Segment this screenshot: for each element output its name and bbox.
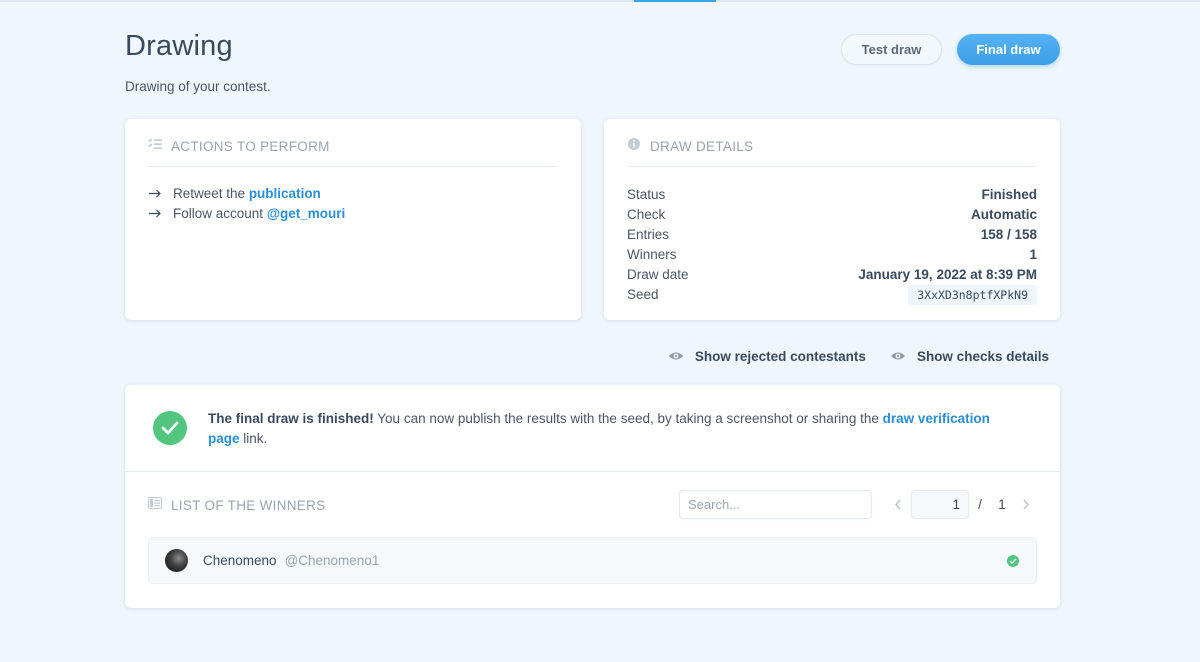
result-card: The final draw is finished! You can now … (125, 385, 1060, 608)
page-number-input[interactable]: 1 (911, 490, 969, 519)
seed-value[interactable]: 3XxXD3n8ptfXPkN9 (908, 285, 1037, 305)
winner-row[interactable]: Chenomeno @Chenomeno1 (148, 537, 1037, 584)
details-card-title: DRAW DETAILS (650, 139, 754, 154)
notice-body: You can now publish the results with the… (373, 411, 883, 426)
action-item-retweet: Retweet the publication (149, 184, 345, 204)
detail-value: 1 (1029, 246, 1037, 262)
detail-row-winners: Winners 1 (627, 244, 1037, 264)
detail-key: Status (627, 186, 666, 202)
actions-list: Retweet the publication Follow account @… (149, 184, 345, 224)
notice-end: link. (239, 431, 268, 446)
detail-row-status: Status Finished (627, 184, 1037, 204)
eye-icon (890, 349, 906, 364)
winner-handle[interactable]: @Chenomeno1 (285, 553, 380, 568)
detail-row-check: Check Automatic (627, 204, 1037, 224)
final-draw-button[interactable]: Final draw (957, 34, 1060, 65)
eye-icon (668, 349, 684, 364)
show-checks-toggle[interactable]: Show checks details (890, 349, 1049, 364)
divider (125, 471, 1060, 472)
page-separator: / (978, 497, 982, 512)
action-item-follow: Follow account @get_mouri (149, 204, 345, 224)
info-icon (627, 137, 641, 156)
page-title: Drawing (125, 30, 233, 62)
winner-name: Chenomeno (203, 553, 277, 568)
arrow-right-icon (149, 184, 165, 204)
detail-value: 158 / 158 (980, 226, 1037, 242)
notice-bold: The final draw is finished! (208, 411, 374, 426)
account-link[interactable]: @get_mouri (267, 206, 345, 221)
page-subtitle: Drawing of your contest. (125, 79, 271, 94)
detail-key: Seed (627, 286, 659, 302)
show-rejected-label: Show rejected contestants (694, 349, 866, 364)
top-border (0, 0, 1200, 2)
pagination: 1 / 1 (885, 490, 1039, 519)
success-check-icon (153, 411, 187, 445)
details-list: Status Finished Check Automatic Entries … (627, 184, 1037, 305)
detail-value: Automatic (970, 206, 1037, 222)
action-text: Follow account (173, 206, 264, 221)
list-icon (148, 496, 162, 514)
winners-title: LIST OF THE WINNERS (171, 497, 326, 513)
chevron-right-icon[interactable] (1013, 497, 1039, 513)
winners-header: LIST OF THE WINNERS (148, 496, 325, 514)
detail-key: Draw date (627, 266, 689, 282)
detail-key: Check (627, 206, 666, 222)
divider (148, 166, 558, 167)
detail-row-draw-date: Draw date January 19, 2022 at 8:39 PM (627, 264, 1037, 284)
divider (627, 166, 1037, 167)
arrow-right-icon (149, 204, 165, 224)
detail-key: Entries (627, 226, 670, 242)
details-card-header: DRAW DETAILS (627, 137, 753, 156)
actions-card-title: ACTIONS TO PERFORM (171, 138, 330, 154)
draw-finished-notice: The final draw is finished! You can now … (153, 409, 1018, 449)
detail-key: Winners (627, 246, 677, 262)
test-draw-button[interactable]: Test draw (841, 34, 942, 65)
view-toggles: Show rejected contestants Show checks de… (668, 349, 1049, 364)
show-rejected-toggle[interactable]: Show rejected contestants (668, 349, 866, 364)
detail-row-seed: Seed 3XxXD3n8ptfXPkN9 (627, 284, 1037, 305)
draw-details-card: DRAW DETAILS Status Finished Check Autom… (604, 119, 1060, 320)
avatar (165, 549, 188, 572)
chevron-left-icon[interactable] (885, 497, 911, 513)
active-tab-indicator (634, 0, 716, 2)
notice-text: The final draw is finished! You can now … (208, 409, 1018, 449)
search-input[interactable] (679, 490, 872, 519)
show-checks-label: Show checks details (916, 349, 1049, 364)
verified-check-icon (1007, 555, 1019, 567)
actions-card: ACTIONS TO PERFORM Retweet the publicati… (125, 119, 581, 320)
checklist-icon (148, 137, 162, 155)
page-total: 1 (998, 497, 1006, 512)
action-text: Retweet the (173, 186, 246, 201)
detail-value: January 19, 2022 at 8:39 PM (858, 266, 1037, 282)
detail-value: Finished (981, 186, 1037, 202)
publication-link[interactable]: publication (249, 186, 321, 201)
detail-row-entries: Entries 158 / 158 (627, 224, 1037, 244)
actions-card-header: ACTIONS TO PERFORM (148, 137, 330, 155)
